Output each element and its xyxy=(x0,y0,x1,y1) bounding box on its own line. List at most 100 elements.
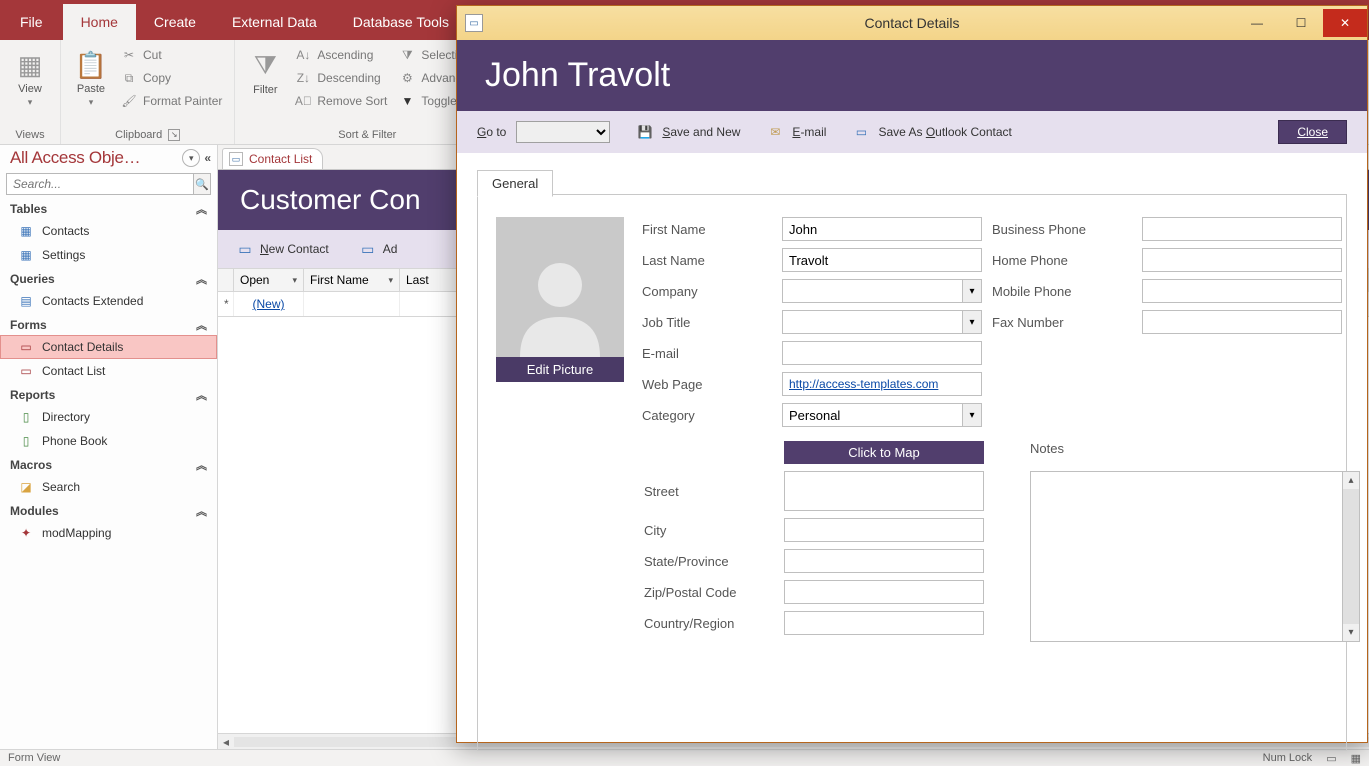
nav-group-modules[interactable]: Modules︽ xyxy=(0,499,217,521)
nav-group-queries[interactable]: Queries︽ xyxy=(0,267,217,289)
query-icon: ▤ xyxy=(18,293,34,309)
company-field[interactable] xyxy=(782,279,962,303)
contact-photo[interactable] xyxy=(496,217,624,357)
fax-field[interactable] xyxy=(1142,310,1342,334)
label-email: E-mail xyxy=(642,346,772,361)
view-button[interactable]: ▦ View ▾ xyxy=(8,44,52,108)
tab-create[interactable]: Create xyxy=(136,4,214,40)
cell-first-name[interactable] xyxy=(304,292,400,316)
maximize-button[interactable]: ☐ xyxy=(1279,9,1323,37)
collapse-icon: ︽ xyxy=(196,503,207,519)
tab-control: General Edit Picture First Name xyxy=(477,194,1347,751)
document-tab-label: Contact List xyxy=(249,152,312,166)
nav-group-reports[interactable]: Reports︽ xyxy=(0,383,217,405)
scroll-down-icon[interactable]: ▾ xyxy=(1343,624,1359,641)
category-combo[interactable]: ▾ xyxy=(782,403,982,427)
collapse-icon: ︽ xyxy=(196,457,207,473)
job-title-field[interactable] xyxy=(782,310,962,334)
nav-item-modmapping[interactable]: ✦modMapping xyxy=(0,521,217,545)
new-contact-button[interactable]: ▭New Contact xyxy=(236,240,329,258)
category-field[interactable] xyxy=(782,403,962,427)
last-name-field[interactable] xyxy=(782,248,982,272)
click-to-map-button[interactable]: Click to Map xyxy=(784,441,984,464)
company-combo[interactable]: ▾ xyxy=(782,279,982,303)
tab-database-tools[interactable]: Database Tools xyxy=(335,4,467,40)
nav-item-directory[interactable]: ▯Directory xyxy=(0,405,217,429)
paste-button[interactable]: 📋 Paste ▾ xyxy=(69,44,113,108)
state-field[interactable] xyxy=(784,549,984,573)
home-phone-field[interactable] xyxy=(1142,248,1342,272)
minimize-button[interactable]: — xyxy=(1235,9,1279,37)
new-row-link[interactable]: (New) xyxy=(253,297,285,311)
views-group-caption: Views xyxy=(15,129,44,141)
save-and-new-button[interactable]: 💾Save and New xyxy=(636,123,740,141)
ascending-button[interactable]: A↓Ascending xyxy=(291,44,391,66)
copy-button[interactable]: ⧉Copy xyxy=(117,67,226,89)
filter-button[interactable]: ⧩ Filter xyxy=(243,44,287,96)
mobile-phone-field[interactable] xyxy=(1142,279,1342,303)
nav-item-contacts-extended[interactable]: ▤Contacts Extended xyxy=(0,289,217,313)
nav-group-macros[interactable]: Macros︽ xyxy=(0,453,217,475)
view-shortcut-icon[interactable]: ▦ xyxy=(1351,752,1361,765)
nav-item-phone-book[interactable]: ▯Phone Book xyxy=(0,429,217,453)
zip-field[interactable] xyxy=(784,580,984,604)
document-tab-contact-list[interactable]: ▭ Contact List xyxy=(222,148,323,169)
remove-sort-icon: A⃠ xyxy=(295,93,311,109)
cut-button[interactable]: ✂Cut xyxy=(117,44,226,66)
scroll-track[interactable] xyxy=(1343,489,1359,624)
email-button[interactable]: ✉E-mail xyxy=(766,123,826,141)
label-business-phone: Business Phone xyxy=(992,222,1132,237)
remove-sort-button[interactable]: A⃠Remove Sort xyxy=(291,90,391,112)
email-field[interactable] xyxy=(782,341,982,365)
first-name-field[interactable] xyxy=(782,217,982,241)
window-close-button[interactable]: ✕ xyxy=(1323,9,1367,37)
clipboard-dialog-launcher[interactable]: ↘ xyxy=(168,129,180,141)
nav-item-contacts[interactable]: ▦Contacts xyxy=(0,219,217,243)
city-field[interactable] xyxy=(784,518,984,542)
notes-scrollbar[interactable]: ▴ ▾ xyxy=(1343,471,1360,642)
navpane-collapse-icon[interactable]: « xyxy=(204,151,211,165)
edit-picture-button[interactable]: Edit Picture xyxy=(496,357,624,382)
chevron-down-icon[interactable]: ▾ xyxy=(962,403,982,427)
nav-item-contact-details[interactable]: ▭Contact Details xyxy=(0,335,217,359)
save-as-outlook-button[interactable]: ▭Save As Outlook Contact xyxy=(852,123,1011,141)
label-state: State/Province xyxy=(644,554,774,569)
country-field[interactable] xyxy=(784,611,984,635)
tab-general[interactable]: General xyxy=(477,170,553,197)
business-phone-field[interactable] xyxy=(1142,217,1342,241)
tab-external-data[interactable]: External Data xyxy=(214,4,335,40)
navpane-menu-icon[interactable]: ▾ xyxy=(182,149,200,167)
search-icon[interactable]: 🔍 xyxy=(193,173,211,195)
street-field[interactable] xyxy=(784,471,984,511)
add-from-outlook-button[interactable]: ▭Ad xyxy=(359,240,398,258)
tab-home[interactable]: Home xyxy=(63,4,136,40)
col-open[interactable]: Open▾ xyxy=(234,269,304,291)
row-selector-header[interactable] xyxy=(218,269,234,291)
chevron-down-icon: ▾ xyxy=(89,97,94,108)
nav-group-tables[interactable]: Tables︽ xyxy=(0,197,217,219)
popup-close-button[interactable]: Close xyxy=(1278,120,1347,144)
popup-titlebar[interactable]: ▭ Contact Details — ☐ ✕ xyxy=(457,6,1367,40)
goto-select[interactable] xyxy=(516,121,610,143)
scroll-left-icon[interactable]: ◂ xyxy=(218,735,234,749)
web-page-link[interactable]: http://access-templates.com xyxy=(789,377,938,391)
file-tab[interactable]: File xyxy=(0,4,63,40)
format-painter-button[interactable]: 🖌Format Painter xyxy=(117,90,226,112)
collapse-icon: ︽ xyxy=(196,201,207,217)
nav-item-search-macro[interactable]: ◪Search xyxy=(0,475,217,499)
web-page-field[interactable]: http://access-templates.com xyxy=(782,372,982,396)
col-first-name[interactable]: First Name▾ xyxy=(304,269,400,291)
navpane-search-input[interactable] xyxy=(6,173,193,195)
nav-item-settings[interactable]: ▦Settings xyxy=(0,243,217,267)
nav-item-contact-list[interactable]: ▭Contact List xyxy=(0,359,217,383)
job-title-combo[interactable]: ▾ xyxy=(782,310,982,334)
navpane-header[interactable]: All Access Obje… ▾ « xyxy=(0,145,217,171)
descending-button[interactable]: Z↓Descending xyxy=(291,67,391,89)
view-shortcut-icon[interactable]: ▭ xyxy=(1326,752,1336,765)
chevron-down-icon[interactable]: ▾ xyxy=(962,310,982,334)
chevron-down-icon[interactable]: ▾ xyxy=(962,279,982,303)
maximize-icon: ☐ xyxy=(1296,16,1307,30)
nav-group-forms[interactable]: Forms︽ xyxy=(0,313,217,335)
notes-field[interactable] xyxy=(1030,471,1343,642)
scroll-up-icon[interactable]: ▴ xyxy=(1343,472,1359,489)
